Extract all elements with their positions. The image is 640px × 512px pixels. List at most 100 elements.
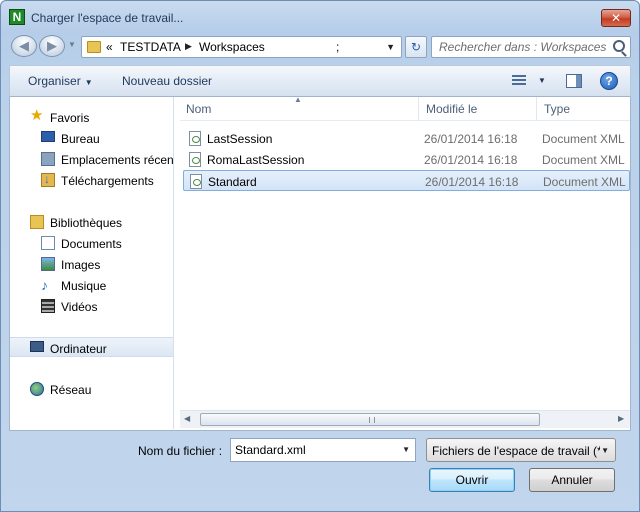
file-name: RomaLastSession <box>207 153 305 167</box>
sidebar-item-images[interactable]: Images <box>10 254 173 274</box>
recent-places-icon <box>41 152 55 166</box>
recent-locations-dropdown[interactable]: ▼ <box>68 40 76 49</box>
organise-menu-button[interactable]: Organiser ▼ <box>28 74 93 88</box>
network-globe-icon <box>30 382 44 396</box>
title-bar[interactable]: N Charger l'espace de travail... ✕ <box>1 1 639 31</box>
libraries-icon <box>30 215 44 229</box>
breadcrumb-testdata[interactable]: TESTDATA <box>120 40 181 54</box>
sidebar-item-network[interactable]: Réseau <box>10 379 173 399</box>
filename-input[interactable] <box>235 442 395 458</box>
back-button[interactable]: ◀ <box>11 35 37 57</box>
address-bar[interactable]: « TESTDATA ▶ Workspaces ; ▼ <box>81 36 402 58</box>
downloads-icon <box>41 172 55 187</box>
sidebar-item-computer[interactable]: Ordinateur <box>10 337 173 357</box>
new-folder-button[interactable]: Nouveau dossier <box>122 74 212 88</box>
file-modified: 26/01/2014 16:18 <box>425 175 519 189</box>
film-icon <box>41 299 55 313</box>
file-row[interactable]: LastSession 26/01/2014 16:18 Document XM… <box>183 128 630 149</box>
app-icon: N <box>9 9 25 25</box>
preview-pane-icon[interactable] <box>566 74 582 88</box>
sidebar-item-videos[interactable]: Vidéos <box>10 296 173 316</box>
horizontal-scrollbar[interactable]: ◀ ▶ <box>180 410 630 428</box>
desktop-icon <box>41 131 55 142</box>
file-row-selected[interactable]: Standard 26/01/2014 16:18 Document XML <box>183 170 630 191</box>
sidebar-item-label: Favoris <box>50 111 90 125</box>
sidebar-item-libraries[interactable]: Bibliothèques <box>10 212 173 232</box>
sidebar-item-label: Vidéos <box>61 300 98 314</box>
sidebar-item-music[interactable]: ♪ Musique <box>10 275 173 295</box>
address-trailing: ; <box>336 40 340 54</box>
search-box[interactable] <box>431 36 631 58</box>
organise-label: Organiser <box>28 74 81 88</box>
close-button[interactable]: ✕ <box>601 9 631 27</box>
file-type-filter-select[interactable]: Fichiers de l'espace de travail (* ▼ <box>426 438 616 462</box>
file-type: Document XML <box>543 175 626 189</box>
forward-button[interactable]: ▶ <box>39 35 65 57</box>
xml-file-icon <box>190 174 202 189</box>
sort-ascending-icon: ▲ <box>294 95 302 104</box>
column-header-modified[interactable]: Modifié le <box>426 102 477 116</box>
navigation-pane: ★ Favoris Bureau Emplacements récents Té… <box>10 97 174 429</box>
refresh-button[interactable]: ↻ <box>405 36 427 58</box>
sidebar-item-label: Images <box>61 258 101 272</box>
column-divider[interactable] <box>418 97 419 121</box>
scroll-right-icon[interactable]: ▶ <box>618 414 624 423</box>
sidebar-item-documents[interactable]: Documents <box>10 233 173 253</box>
column-header-row: ▲ Nom Modifié le Type <box>180 95 630 121</box>
command-toolbar: Organiser ▼ Nouveau dossier ▼ ? <box>9 65 631 97</box>
view-dropdown-icon[interactable]: ▼ <box>538 76 546 85</box>
grip-icon <box>369 417 375 423</box>
search-input[interactable] <box>434 38 610 56</box>
file-list: ▲ Nom Modifié le Type LastSession 26/01/… <box>180 95 630 429</box>
file-name: Standard <box>208 175 257 189</box>
address-dropdown-icon[interactable]: ▼ <box>386 42 395 52</box>
breadcrumb-chevron-icon[interactable]: ▶ <box>185 41 192 52</box>
sidebar-item-label: Réseau <box>50 383 92 397</box>
chevron-down-icon: ▼ <box>84 78 93 87</box>
documents-icon <box>41 236 55 250</box>
sidebar-item-downloads[interactable]: Téléchargements <box>10 170 173 190</box>
sidebar-item-recent-places[interactable]: Emplacements récents <box>10 149 174 169</box>
folder-icon <box>87 41 101 53</box>
view-options-icon[interactable] <box>512 75 526 87</box>
content-area: ★ Favoris Bureau Emplacements récents Té… <box>9 95 631 431</box>
filename-combobox[interactable]: ▼ <box>230 438 416 462</box>
sidebar-item-label: Musique <box>61 279 107 293</box>
window-title: Charger l'espace de travail... <box>31 11 184 25</box>
column-header-type[interactable]: Type <box>544 102 570 116</box>
star-icon: ★ <box>30 107 44 124</box>
sidebar-item-label: Bureau <box>61 132 100 146</box>
xml-file-icon <box>189 152 201 167</box>
breadcrumb-workspaces[interactable]: Workspaces <box>199 40 265 54</box>
address-overflow[interactable]: « <box>106 40 113 54</box>
sidebar-item-favorites[interactable]: ★ Favoris <box>10 107 173 127</box>
filename-dropdown-icon[interactable]: ▼ <box>402 445 410 454</box>
file-row[interactable]: RomaLastSession 26/01/2014 16:18 Documen… <box>183 149 630 170</box>
help-icon[interactable]: ? <box>600 72 618 90</box>
column-header-name[interactable]: Nom <box>186 102 211 116</box>
column-divider[interactable] <box>536 97 537 121</box>
scroll-left-icon[interactable]: ◀ <box>184 414 190 423</box>
filter-dropdown-icon: ▼ <box>601 446 609 455</box>
sidebar-item-desktop[interactable]: Bureau <box>10 128 173 148</box>
file-modified: 26/01/2014 16:18 <box>424 132 518 146</box>
computer-icon <box>30 341 44 352</box>
file-modified: 26/01/2014 16:18 <box>424 153 518 167</box>
sidebar-item-label: Emplacements récents <box>61 153 174 167</box>
file-type: Document XML <box>542 153 625 167</box>
navigation-bar: ◀ ▶ ▼ « TESTDATA ▶ Workspaces ; ▼ ↻ <box>9 33 631 59</box>
pictures-icon <box>41 257 55 271</box>
music-note-icon: ♪ <box>41 277 48 293</box>
file-open-dialog: N Charger l'espace de travail... ✕ ◀ ▶ ▼… <box>0 0 640 512</box>
sidebar-item-label: Ordinateur <box>50 342 107 356</box>
scrollbar-thumb[interactable] <box>200 413 540 426</box>
open-button[interactable]: Ouvrir <box>429 468 515 492</box>
search-icon[interactable] <box>613 40 625 52</box>
cancel-button[interactable]: Annuler <box>529 468 615 492</box>
sidebar-item-label: Documents <box>61 237 122 251</box>
file-name: LastSession <box>207 132 273 146</box>
file-type-filter-value: Fichiers de l'espace de travail (* <box>432 444 600 458</box>
sidebar-item-label: Bibliothèques <box>50 216 123 230</box>
file-type: Document XML <box>542 132 625 146</box>
filename-label: Nom du fichier : <box>138 444 223 458</box>
